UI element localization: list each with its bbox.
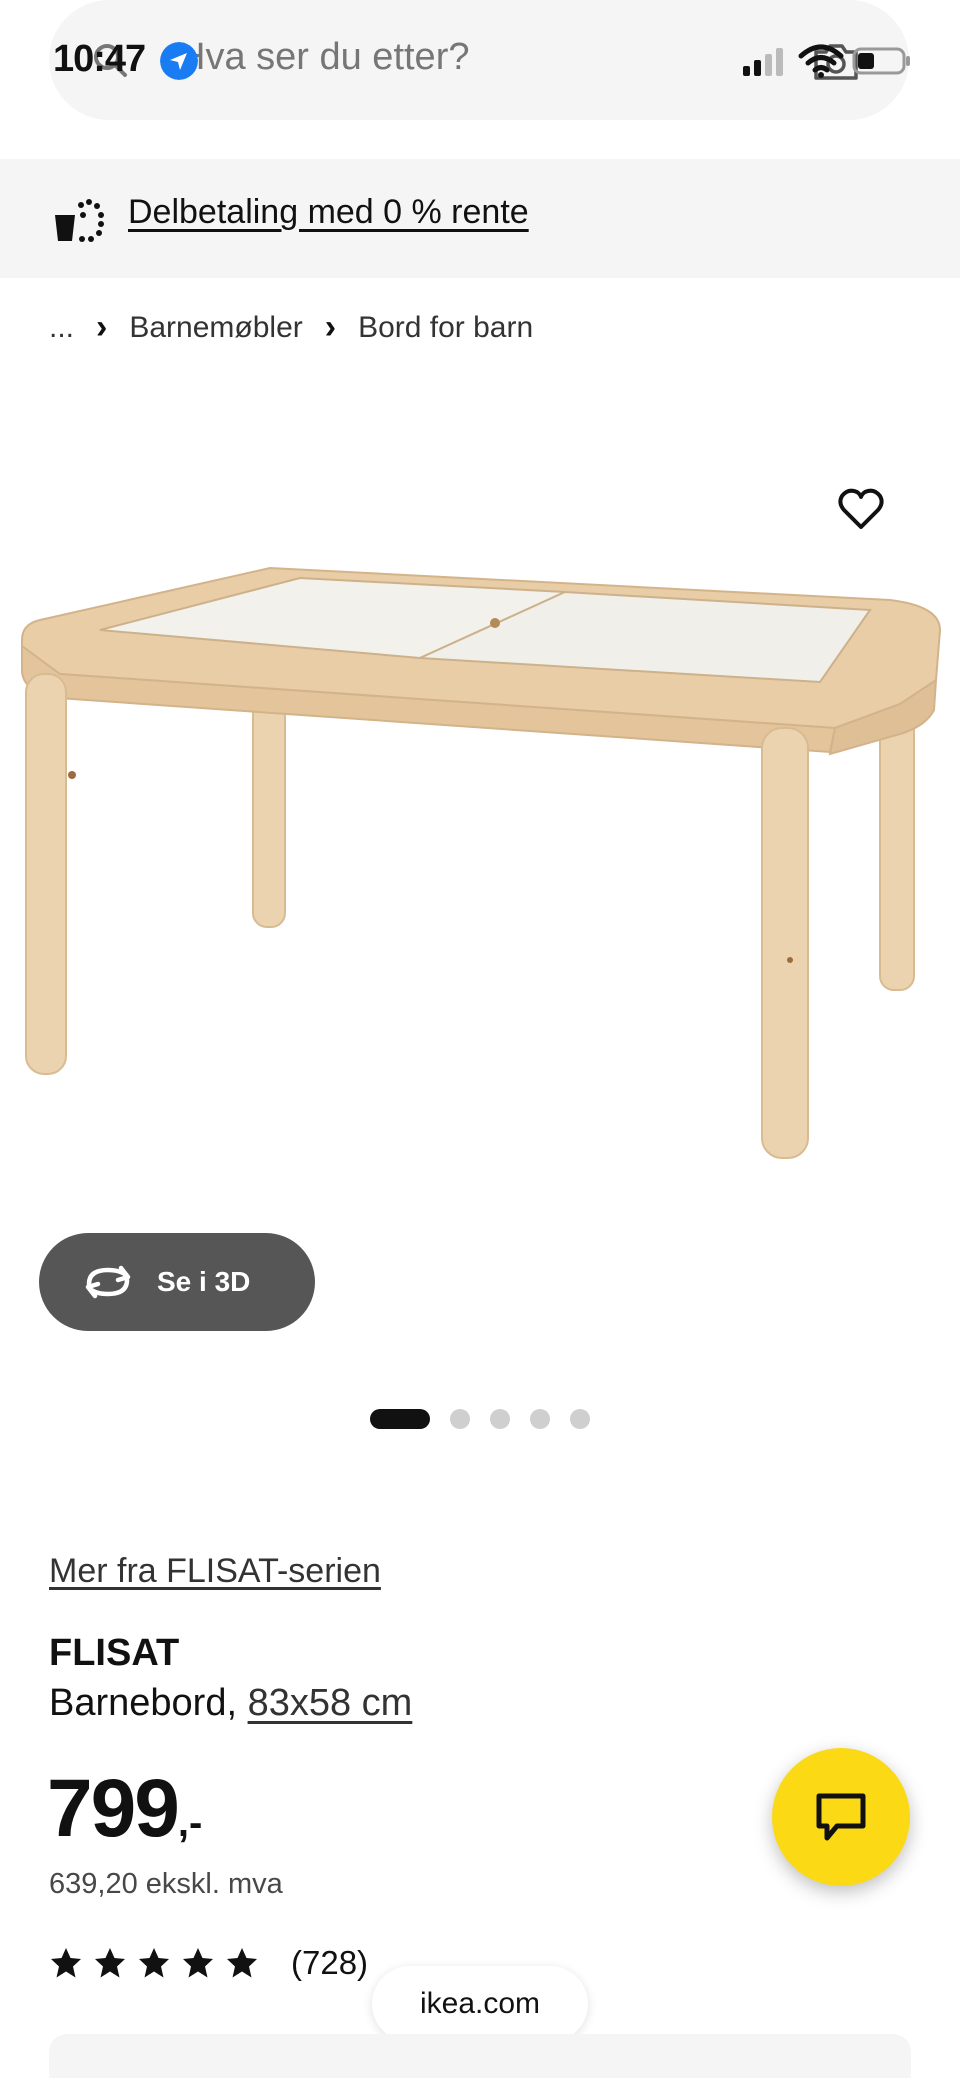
carousel-dot[interactable] bbox=[570, 1409, 590, 1429]
breadcrumb-item-kids-tables[interactable]: Bord for barn bbox=[358, 311, 533, 345]
rotate-3d-icon bbox=[85, 1265, 131, 1299]
star-icon bbox=[51, 1948, 81, 1978]
installment-link[interactable]: Delbetaling med 0 % rente bbox=[128, 193, 529, 232]
series-link[interactable]: Mer fra FLISAT-serien bbox=[49, 1552, 381, 1591]
chat-button[interactable] bbox=[772, 1748, 910, 1886]
battery-icon bbox=[852, 47, 910, 75]
browser-url-pill[interactable]: ikea.com bbox=[372, 1966, 588, 2042]
breadcrumb: ... › Barnemøbler › Bord for barn bbox=[49, 308, 533, 347]
product-size-link[interactable]: 83x58 cm bbox=[248, 1682, 413, 1724]
promo-banner: Delbetaling med 0 % rente bbox=[0, 159, 960, 278]
signal-icon bbox=[743, 48, 783, 76]
status-time: 10:47 bbox=[53, 38, 146, 80]
chevron-right-icon: › bbox=[324, 308, 337, 346]
price-main: 799 bbox=[47, 1763, 180, 1854]
bottom-card bbox=[49, 2034, 911, 2078]
view-3d-button[interactable]: Se i 3D bbox=[39, 1233, 315, 1331]
chevron-right-icon: › bbox=[96, 308, 108, 346]
carousel-dot[interactable] bbox=[450, 1409, 470, 1429]
chat-icon bbox=[816, 1793, 866, 1841]
rating[interactable]: (728) bbox=[49, 1944, 368, 1982]
product-name: FLISAT bbox=[49, 1632, 180, 1674]
breadcrumb-item-children-furniture[interactable]: Barnemøbler bbox=[129, 311, 302, 345]
heart-icon[interactable] bbox=[836, 484, 886, 534]
review-count: (728) bbox=[291, 1944, 369, 1981]
product-description: Barnebord, 83x58 cm bbox=[49, 1682, 412, 1725]
price-ex-vat: 639,20 ekskl. mva bbox=[49, 1868, 283, 1900]
search-input[interactable]: Hva ser du etter? bbox=[178, 36, 469, 79]
star-icon bbox=[139, 1948, 169, 1978]
carousel-dot[interactable] bbox=[530, 1409, 550, 1429]
star-icon bbox=[95, 1948, 125, 1978]
product-image[interactable] bbox=[0, 470, 960, 1240]
star-icon bbox=[227, 1948, 257, 1978]
payment-installment-icon bbox=[55, 199, 104, 242]
carousel-dots bbox=[370, 1409, 610, 1429]
carousel-dot[interactable] bbox=[490, 1409, 510, 1429]
product-price: 799,- bbox=[47, 1762, 202, 1856]
product-type: Barnebord, bbox=[49, 1682, 238, 1724]
price-suffix: ,- bbox=[177, 1801, 203, 1845]
location-arrow-icon bbox=[160, 42, 198, 80]
carousel-dot[interactable] bbox=[370, 1409, 430, 1429]
view-3d-label: Se i 3D bbox=[157, 1266, 251, 1297]
breadcrumb-item-ellipsis[interactable]: ... bbox=[49, 311, 74, 345]
wifi-icon bbox=[798, 44, 844, 78]
star-icon bbox=[183, 1948, 213, 1978]
